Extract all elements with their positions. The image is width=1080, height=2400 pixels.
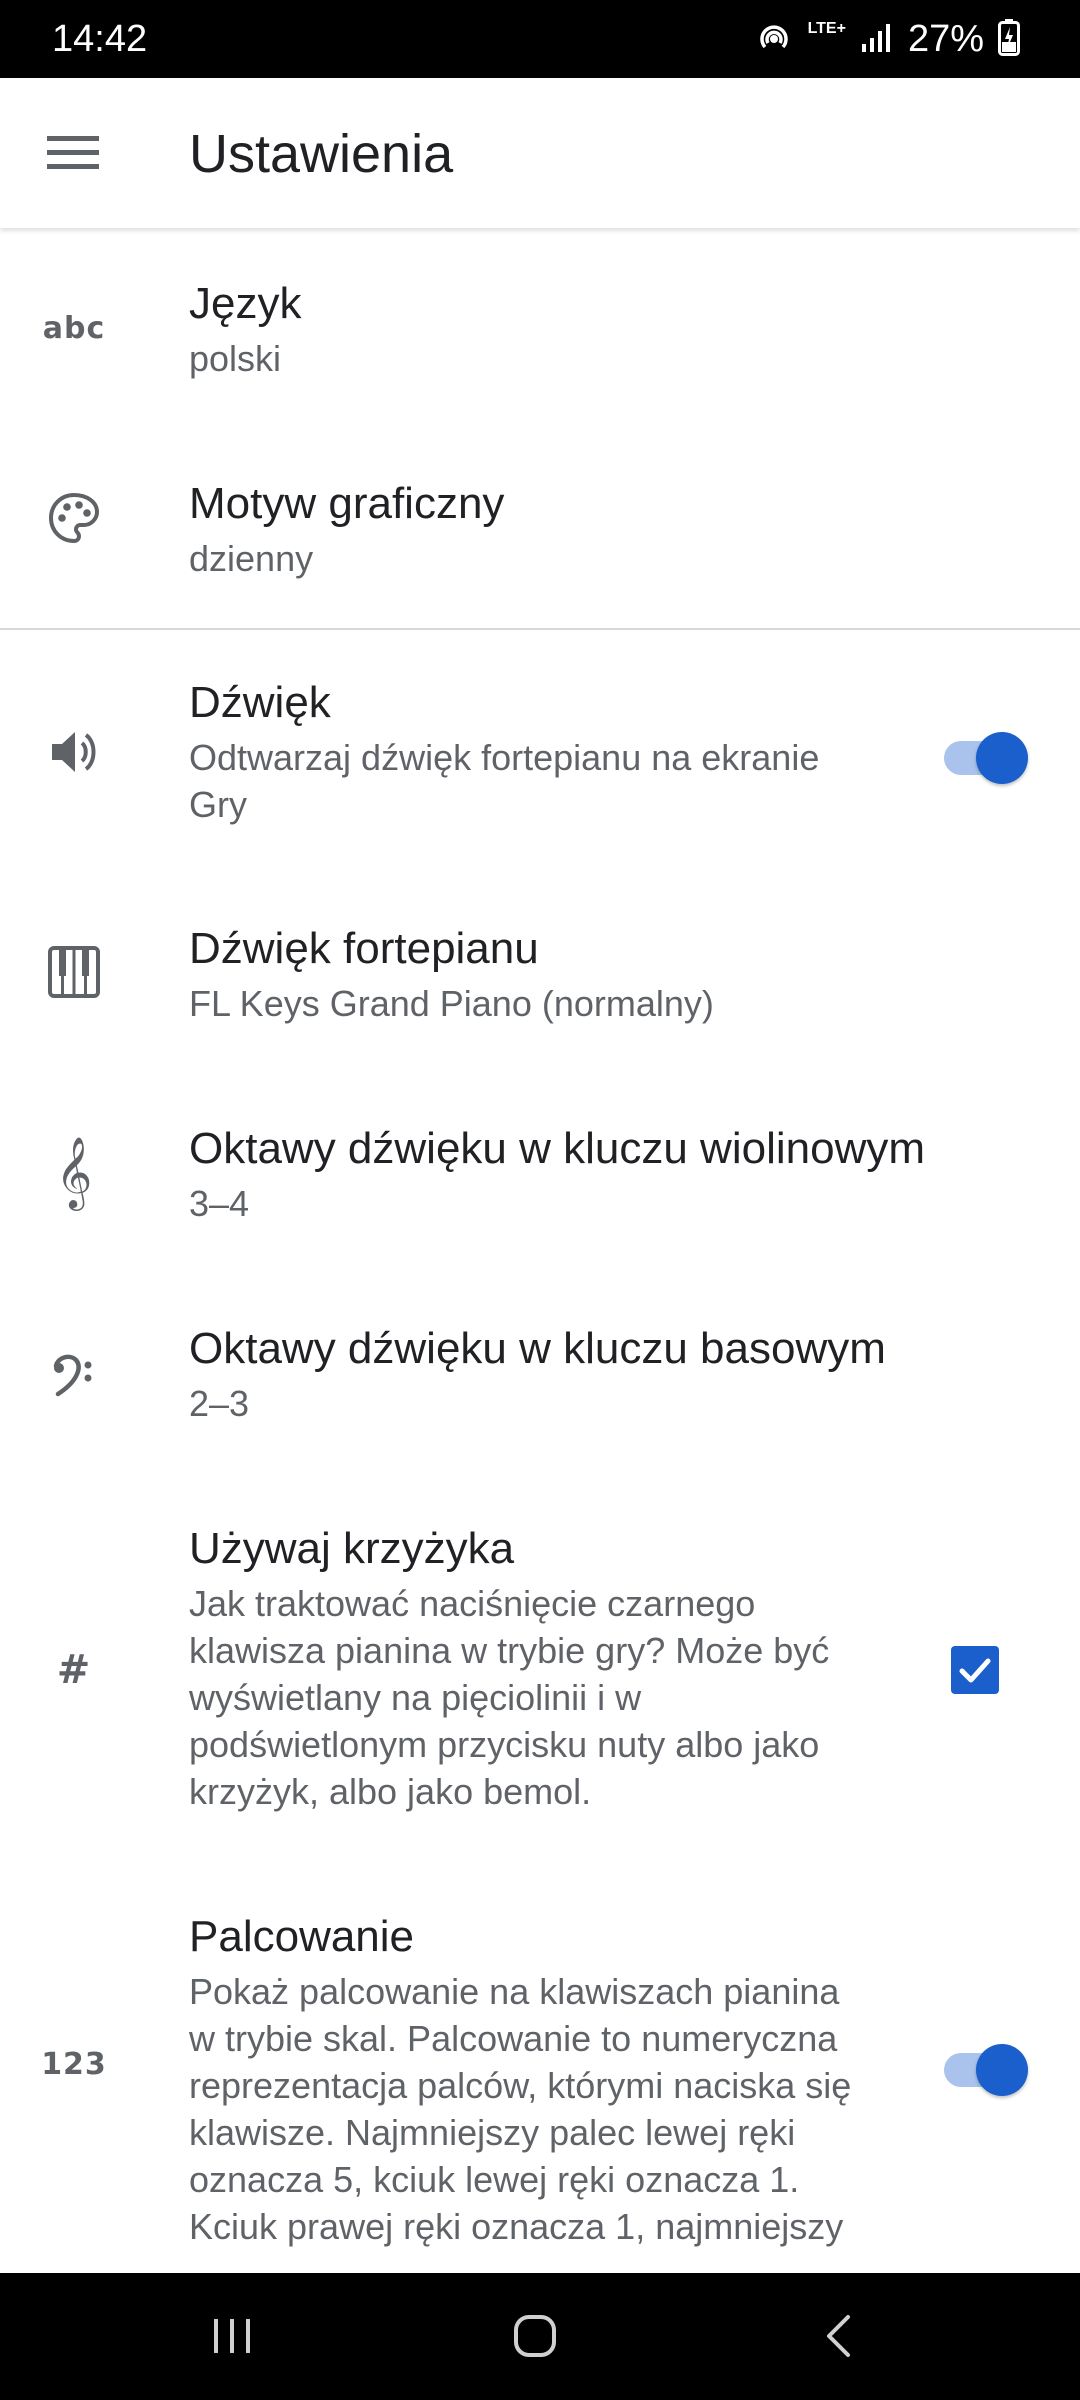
setting-text: Motyw graficzny dzienny (189, 475, 869, 582)
volume-icon (36, 714, 112, 790)
status-time: 14:42 (52, 18, 148, 60)
setting-summary: 3–4 (189, 1183, 250, 1224)
setting-summary: polski (189, 338, 282, 379)
setting-title: Oktawy dźwięku w kluczu wiolinowym (189, 1124, 925, 1173)
bass-clef-icon (36, 1338, 112, 1414)
settings-list: abc Język polski Motyw graficzny dzienny (0, 228, 1080, 2273)
checkmark-icon (959, 1658, 991, 1683)
setting-title: Dźwięk fortepianu (189, 924, 539, 973)
back-button[interactable] (778, 2301, 898, 2371)
hamburger-menu-icon (47, 136, 99, 169)
recents-button[interactable] (172, 2301, 292, 2371)
setting-text: Palcowanie Pokaż palcowanie na klawiszac… (189, 1908, 859, 2250)
setting-fingering[interactable]: 123 Palcowanie Pokaż palcowanie na klawi… (0, 1864, 1080, 2273)
piano-keys-icon (36, 934, 112, 1010)
app-bar: Ustawienia (0, 78, 1080, 228)
fingering-switch[interactable] (944, 2035, 1030, 2096)
recents-icon (214, 2319, 250, 2353)
setting-summary: dzienny (189, 538, 314, 579)
setting-text: Oktawy dźwięku w kluczu basowym 2–3 (189, 1320, 1049, 1427)
setting-summary: Jak traktować naciśnięcie czarnego klawi… (189, 1583, 830, 1812)
status-bar: 14:42 LTE+ 27% (0, 0, 1080, 78)
setting-title: Język (189, 279, 302, 328)
setting-summary: Pokaż palcowanie na klawiszach pianina w… (189, 1971, 852, 2247)
treble-clef-icon: 𝄞 (55, 1135, 93, 1208)
setting-use-sharp[interactable]: # Używaj krzyżyka Jak traktować naciśnię… (0, 1476, 1080, 1864)
setting-summary: Odtwarzaj dźwięk fortepianu na ekranie G… (189, 737, 820, 825)
navigation-bar (0, 2273, 1080, 2400)
battery-charging-icon (998, 18, 1020, 61)
setting-text: Dźwięk fortepianu FL Keys Grand Piano (n… (189, 920, 869, 1027)
setting-title: Używaj krzyżyka (189, 1524, 515, 1573)
hotspot-icon (754, 17, 794, 62)
setting-title: Oktawy dźwięku w kluczu basowym (189, 1324, 886, 1373)
sharp-icon: # (56, 1647, 92, 1693)
signal-icon (860, 20, 894, 59)
sound-switch[interactable] (944, 723, 1030, 784)
setting-theme[interactable]: Motyw graficzny dzienny (0, 428, 1080, 628)
setting-title: Motyw graficzny (189, 479, 505, 528)
home-icon (514, 2315, 556, 2357)
setting-text: Język polski (189, 275, 869, 382)
use-sharp-checkbox[interactable] (951, 1646, 999, 1694)
numbers-icon: 123 (41, 2046, 107, 2082)
setting-summary: 2–3 (189, 1383, 250, 1424)
abc-icon: abc (42, 310, 106, 346)
setting-summary: FL Keys Grand Piano (normalny) (189, 983, 714, 1024)
network-type: LTE+ (807, 20, 846, 37)
setting-piano-sound[interactable]: Dźwięk fortepianu FL Keys Grand Piano (n… (0, 876, 1080, 1076)
setting-bass-octaves[interactable]: Oktawy dźwięku w kluczu basowym 2–3 (0, 1276, 1080, 1476)
setting-title: Palcowanie (189, 1912, 415, 1961)
home-button[interactable] (475, 2301, 595, 2371)
menu-button[interactable] (28, 111, 118, 195)
setting-title: Dźwięk (189, 678, 331, 727)
setting-sound[interactable]: Dźwięk Odtwarzaj dźwięk fortepianu na ek… (0, 630, 1080, 876)
setting-text: Używaj krzyżyka Jak traktować naciśnięci… (189, 1520, 859, 1815)
back-icon (827, 2315, 850, 2357)
battery-level: 27% (907, 18, 984, 60)
setting-text: Dźwięk Odtwarzaj dźwięk fortepianu na ek… (189, 674, 829, 828)
palette-icon (36, 480, 112, 556)
setting-language[interactable]: abc Język polski (0, 228, 1080, 428)
page-title: Ustawienia (189, 124, 454, 184)
setting-text: Oktawy dźwięku w kluczu wiolinowym 3–4 (189, 1120, 1049, 1227)
setting-treble-octaves[interactable]: 𝄞 Oktawy dźwięku w kluczu wiolinowym 3–4 (0, 1076, 1080, 1276)
status-icons: LTE+ 27% (754, 14, 1020, 64)
